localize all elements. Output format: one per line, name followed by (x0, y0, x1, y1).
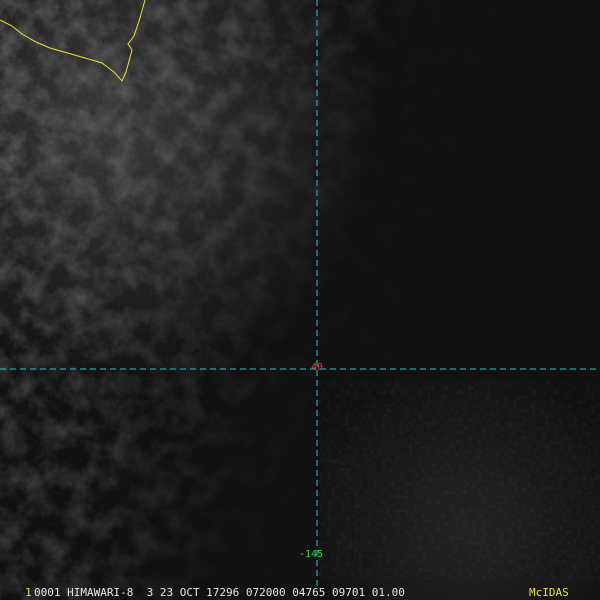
frame-number: 1 (25, 586, 32, 599)
satellite-image-viewer[interactable]: 40 -145 1 0001 HIMAWARI-8 3 23 OCT 17296… (0, 0, 600, 600)
mcidas-logo: McIDAS (529, 586, 569, 599)
image-status-text: 0001 HIMAWARI-8 3 23 OCT 17296 072000 04… (34, 586, 405, 599)
longitude-label: -145 (299, 549, 324, 560)
satellite-imagery (0, 0, 600, 600)
status-bar: 1 0001 HIMAWARI-8 3 23 OCT 17296 072000 … (0, 586, 600, 600)
latitude-label: 40 (311, 362, 324, 373)
